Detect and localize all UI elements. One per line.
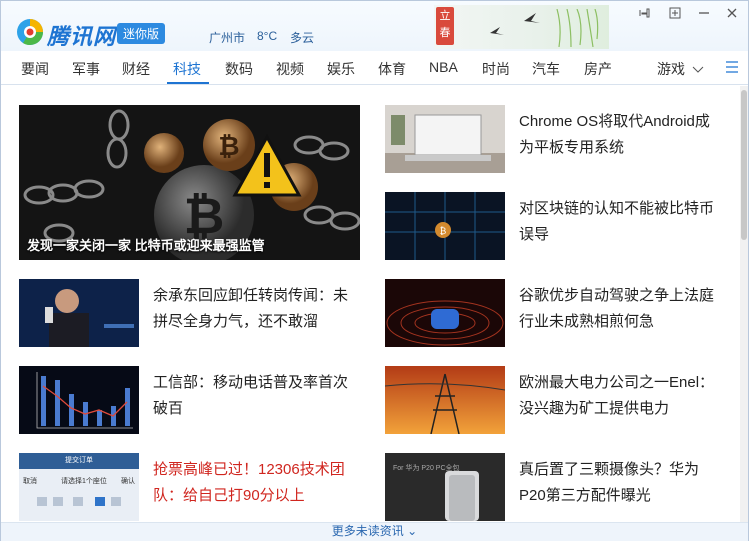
- article-title: 工信部：移动电话普及率首次破百: [153, 374, 349, 417]
- category-nav: 要闻 军事 财经 科技 数码 视频 娱乐 体育 NBA 时尚 汽车 房产 游戏: [1, 51, 748, 85]
- mini-badge: 迷你版: [117, 23, 166, 44]
- nav-item-nba[interactable]: NBA: [429, 59, 458, 75]
- tencent-logo-icon: [17, 19, 44, 46]
- nav-active-indicator: [167, 82, 209, 84]
- weather-temperature: 8°C: [257, 29, 278, 43]
- nav-item-auto[interactable]: 汽车: [532, 59, 560, 79]
- article-title: 真后置了三颗摄像头？华为P20第三方配件曝光: [519, 461, 700, 504]
- banner-label: 立春: [436, 7, 454, 45]
- article-card[interactable]: Chrome OS将取代Android成为平板专用系统: [385, 105, 725, 173]
- brand-name: 腾讯网: [47, 24, 117, 49]
- nav-item-entertainment[interactable]: 娱乐: [327, 59, 355, 79]
- article-card[interactable]: 谷歌优步自动驾驶之争上法庭 行业未成熟相煎何急: [385, 279, 725, 347]
- nav-item-news[interactable]: 要闻: [21, 59, 49, 79]
- nav-item-house[interactable]: 房产: [584, 59, 612, 79]
- header: 腾讯网 迷你版 广州市 8°C 多云 立春: [1, 1, 748, 51]
- scrollbar-thumb[interactable]: [741, 90, 747, 240]
- minimize-icon[interactable]: [695, 6, 713, 22]
- article-card[interactable]: 提交订单 取消 请选择1个座位 确认 抢票高峰已过！12306技术团队：给自己打…: [19, 453, 359, 522]
- article-thumbnail: [385, 366, 505, 434]
- nav-item-video[interactable]: 视频: [276, 59, 304, 79]
- weather-city[interactable]: 广州市: [209, 29, 245, 46]
- menu-icon[interactable]: [725, 60, 739, 79]
- hero-caption: 发现一家关闭一家 比特币或迎来最强监管: [27, 238, 265, 253]
- news-feed: ₿ ₿ 发现一家关闭一家 比特币或迎来最强监管 余承东回应卸任转岗传闻：未拼尽全…: [1, 86, 741, 522]
- article-thumbnail: [19, 279, 139, 347]
- hero-article[interactable]: ₿ ₿ 发现一家关闭一家 比特币或迎来最强监管: [19, 105, 360, 260]
- article-thumbnail: 提交订单 取消 请选择1个座位 确认: [19, 453, 139, 521]
- weather-condition: 多云: [290, 31, 315, 45]
- article-thumbnail: [19, 366, 139, 434]
- nav-item-finance[interactable]: 财经: [122, 59, 150, 79]
- swallow-willow-icon: [490, 9, 599, 47]
- article-title: 抢票高峰已过！12306技术团队：给自己打90分以上: [153, 461, 345, 504]
- nav-more-label: 游戏: [657, 61, 685, 77]
- article-thumbnail: ₿: [385, 192, 505, 260]
- nav-item-games[interactable]: 游戏: [657, 59, 704, 79]
- chevron-down-icon: [692, 66, 704, 73]
- article-title: 谷歌优步自动驾驶之争上法庭 行业未成熟相煎何急: [519, 287, 715, 330]
- article-card[interactable]: ₿ 对区块链的认知不能被比特币误导: [385, 192, 725, 260]
- close-icon[interactable]: [723, 6, 741, 22]
- app-window: 腾讯网 迷你版 广州市 8°C 多云 立春 要闻 军事 财经 科技 数码 视频 …: [0, 0, 749, 541]
- article-card[interactable]: For 华为 P20 PC全包 真后置了三颗摄像头？华为P20第三方配件曝光: [385, 453, 725, 522]
- nav-item-digital[interactable]: 数码: [225, 59, 253, 79]
- feed-scrollbar[interactable]: [740, 86, 748, 522]
- svg-text:₿: ₿: [440, 226, 447, 237]
- restore-icon[interactable]: [666, 6, 684, 22]
- article-title: 欧洲最大电力公司之一Enel：没兴趣为矿工提供电力: [519, 374, 715, 417]
- nav-item-tech[interactable]: 科技: [173, 59, 201, 79]
- article-title: 余承东回应卸任转岗传闻：未拼尽全身力气，还不敢溜: [153, 287, 349, 330]
- nav-item-sports[interactable]: 体育: [378, 59, 406, 79]
- article-title: 对区块链的认知不能被比特币误导: [519, 200, 715, 243]
- article-card[interactable]: 工信部：移动电话普及率首次破百: [19, 366, 359, 434]
- nav-item-military[interactable]: 军事: [72, 59, 100, 79]
- article-title: Chrome OS将取代Android成为平板专用系统: [519, 113, 710, 156]
- pin-icon[interactable]: [637, 6, 655, 22]
- svg-text:₿: ₿: [218, 132, 239, 162]
- nav-item-fashion[interactable]: 时尚: [482, 59, 510, 79]
- article-card[interactable]: 余承东回应卸任转岗传闻：未拼尽全身力气，还不敢溜: [19, 279, 359, 347]
- article-thumbnail: For 华为 P20 PC全包: [385, 453, 505, 521]
- article-card[interactable]: 欧洲最大电力公司之一Enel：没兴趣为矿工提供电力: [385, 366, 725, 434]
- article-thumbnail: [385, 105, 505, 173]
- more-unread-button[interactable]: 更多未读资讯 ⌄: [1, 522, 748, 541]
- article-thumbnail: [385, 279, 505, 347]
- season-banner[interactable]: 立春: [434, 5, 609, 49]
